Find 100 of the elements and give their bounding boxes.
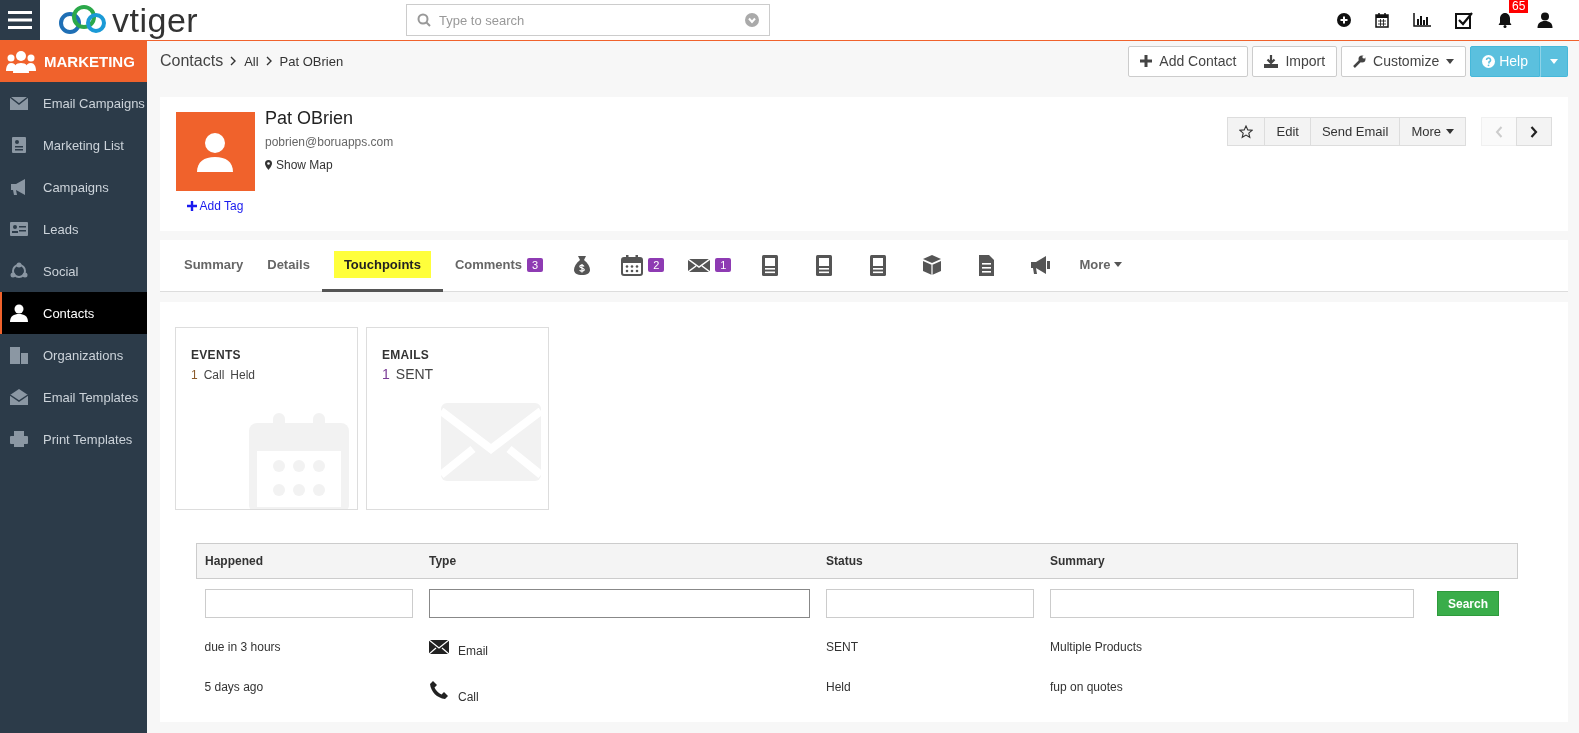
contact-name: Pat OBrien — [265, 108, 354, 129]
caret-icon — [1550, 58, 1558, 64]
id-card-icon — [9, 220, 29, 238]
person-silhouette-icon — [196, 131, 234, 172]
calendar-icon[interactable] — [1375, 12, 1389, 28]
filter-field[interactable] — [826, 589, 1034, 618]
sidebar-item[interactable]: Email Campaigns — [0, 82, 147, 124]
map-pin-icon — [265, 160, 272, 170]
count-badge: 1 — [715, 257, 732, 272]
tab[interactable]: More — [1067, 240, 1134, 292]
list-icon — [9, 136, 29, 154]
notification-count: 65 — [1509, 0, 1529, 13]
network-icon — [9, 262, 29, 280]
card-title: EMAILS — [382, 348, 431, 362]
sidebar-item[interactable]: Leads — [0, 208, 147, 250]
megaphone-icon — [1029, 253, 1052, 276]
filter-field[interactable] — [204, 589, 413, 618]
calendar-icon — [621, 253, 644, 276]
envelope-icon — [429, 640, 449, 654]
table-cell-text: Multiple Products — [1049, 639, 1144, 656]
icon-tab[interactable]: 2 — [609, 240, 677, 292]
record-action-button[interactable]: Edit — [1264, 117, 1311, 146]
search-field[interactable]: Type to search — [406, 4, 770, 36]
wrench-icon — [1353, 54, 1367, 68]
table-cell-text: Held — [825, 679, 852, 696]
table-cell: Call — [458, 690, 479, 704]
calendar-watermark-icon — [249, 413, 349, 509]
add-tag-link[interactable]: Add Tag — [186, 199, 244, 213]
summary-text: 1 — [382, 366, 390, 382]
menu-icon — [8, 10, 32, 30]
column-header: Happened — [196, 543, 421, 579]
person-icon — [9, 304, 29, 322]
summary-text: Held — [230, 368, 256, 382]
sidebar-item[interactable]: Contacts — [0, 292, 147, 334]
summary-text: SENT — [395, 366, 434, 382]
sidebar-item[interactable]: Campaigns — [0, 166, 147, 208]
phone-icon — [429, 680, 449, 700]
caret-icon — [1446, 58, 1455, 64]
table-cell-text: SENT — [825, 639, 859, 656]
caret-icon — [1113, 262, 1122, 267]
open-envelope-icon — [9, 388, 29, 406]
count-badge: 2 — [648, 257, 665, 272]
table-cell: Email — [458, 644, 488, 658]
star-button[interactable] — [1227, 117, 1266, 146]
customize-button[interactable]: Customize — [1341, 45, 1467, 77]
import-button[interactable]: Import — [1252, 45, 1338, 77]
star-icon — [1239, 124, 1254, 139]
download-icon — [1264, 54, 1279, 68]
next-button[interactable] — [1516, 117, 1552, 146]
bell-icon[interactable] — [1497, 12, 1513, 28]
checkbox-icon[interactable] — [1455, 11, 1473, 29]
tab[interactable]: Comments 3 — [442, 240, 556, 292]
breadcrumb-link[interactable]: All — [244, 53, 259, 69]
table-cell-text: 5 days ago — [203, 679, 265, 696]
question-icon — [1482, 54, 1496, 68]
tab[interactable]: Touchpoints — [321, 240, 443, 292]
record-action-button[interactable]: More — [1399, 117, 1466, 146]
breadcrumb-link[interactable]: Contacts — [160, 52, 224, 70]
tab[interactable]: Summary — [172, 240, 256, 292]
module-title: MARKETING — [44, 53, 135, 70]
sidebar-item[interactable]: Print Templates — [0, 418, 147, 460]
summary-text: Call — [203, 368, 225, 382]
chevron-left-icon — [1495, 125, 1503, 138]
add-icon[interactable] — [1337, 13, 1351, 27]
card-title: EVENTS — [191, 348, 242, 362]
logo-text: vtiger — [112, 3, 199, 37]
envelope-icon — [9, 94, 29, 112]
summary-text: 1 — [191, 368, 198, 382]
search-icon — [417, 13, 431, 27]
add-contact-button[interactable]: Add Contact — [1128, 45, 1249, 77]
user-icon[interactable] — [1537, 12, 1553, 28]
chevron-right-icon — [230, 56, 238, 66]
sidebar-item[interactable]: Organizations — [0, 334, 147, 376]
building-icon — [9, 346, 29, 364]
box-icon — [921, 253, 944, 276]
plus-icon — [186, 201, 197, 211]
filter-field[interactable] — [429, 589, 810, 618]
tab[interactable]: Details — [255, 240, 322, 292]
column-header: Status — [818, 543, 1042, 579]
breadcrumb-link[interactable]: Pat OBrien — [279, 53, 344, 69]
table-cell-text: due in 3 hours — [203, 639, 282, 656]
contact-email: pobrien@boruapps.com — [265, 135, 394, 149]
icon-tab[interactable]: 1 — [676, 240, 744, 292]
people-icon — [6, 49, 36, 74]
menu-button[interactable] — [0, 0, 40, 40]
bar-chart-icon[interactable] — [1413, 13, 1431, 27]
show-map-link[interactable]: Show Map — [265, 158, 333, 172]
plus-icon — [1140, 55, 1153, 67]
column-header: Type — [421, 543, 818, 579]
count-badge: 3 — [527, 257, 544, 272]
sidebar-item[interactable]: Marketing List — [0, 124, 147, 166]
sidebar-item[interactable]: Social — [0, 250, 147, 292]
table-cell-text: fup on quotes — [1049, 679, 1124, 696]
chevron-right-icon — [1530, 125, 1538, 138]
filter-field[interactable] — [1050, 589, 1414, 618]
record-action-button[interactable]: Send Email — [1309, 117, 1401, 146]
caret-icon — [1446, 129, 1454, 134]
sidebar-item[interactable]: Email Templates — [0, 376, 147, 418]
column-header: Summary — [1042, 543, 1422, 579]
chevron-right-icon — [265, 56, 273, 66]
